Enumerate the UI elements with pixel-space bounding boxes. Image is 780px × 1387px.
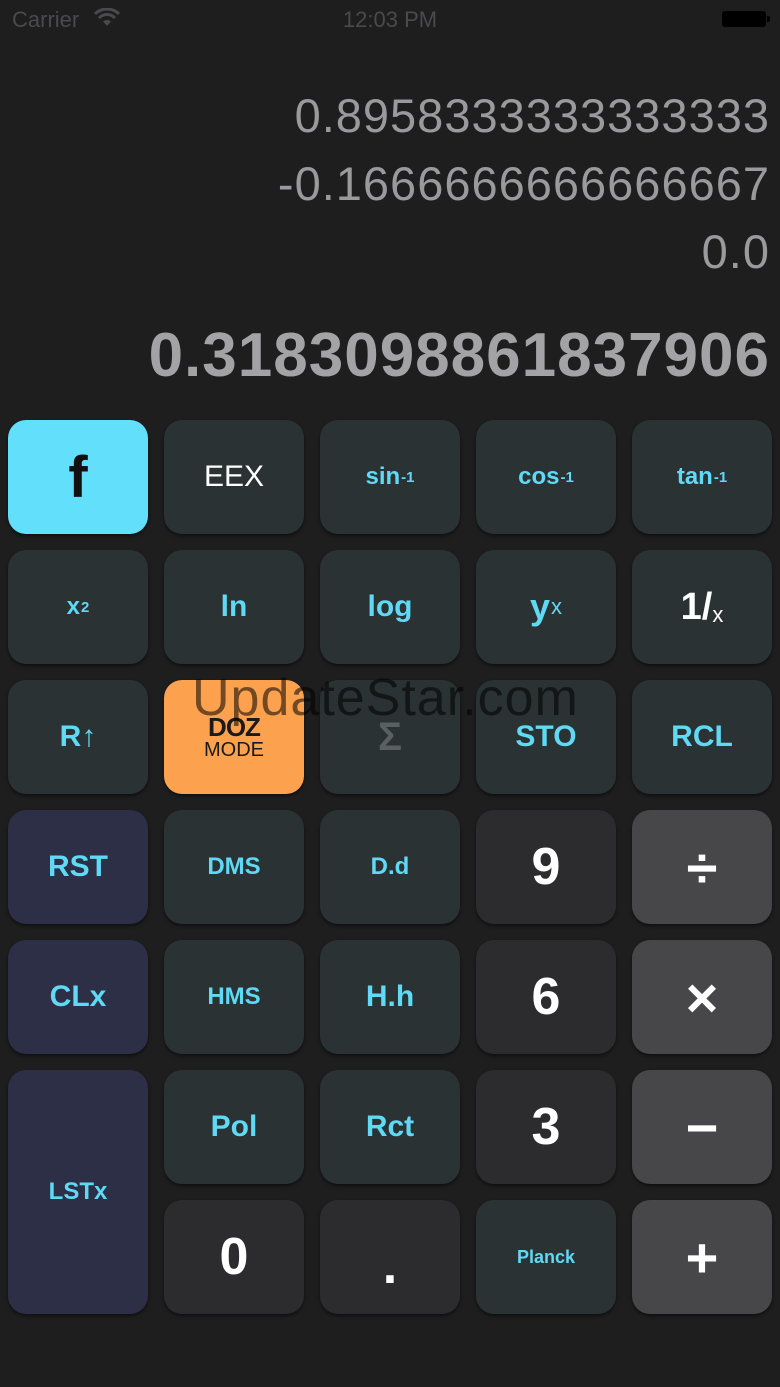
polar-button[interactable]: Pol [164, 1070, 304, 1184]
rectangular-label: Rct [365, 1110, 415, 1143]
rcl-label: RCL [671, 720, 733, 753]
reciprocal-num: 1/ [680, 585, 713, 628]
decimal-degrees-label: D.d [370, 853, 410, 880]
log-label: log [367, 590, 413, 623]
plus-button[interactable]: + [632, 1200, 772, 1314]
digit-3-label: 3 [531, 1098, 561, 1156]
power-sup: x [551, 594, 563, 619]
ln-label: ln [220, 590, 248, 623]
digit-6-button[interactable]: 6 [476, 940, 616, 1054]
status-bar: Carrier 12:03 PM [0, 0, 780, 40]
log-button[interactable]: log [320, 550, 460, 664]
rcl-button[interactable]: RCL [632, 680, 772, 794]
arctan-button[interactable]: tan -1 [632, 420, 772, 534]
sto-label: STO [515, 720, 577, 753]
f-shift-label: f [68, 444, 88, 510]
digit-9-button[interactable]: 9 [476, 810, 616, 924]
stack-register-t: 0.8958333333333333 [294, 89, 770, 142]
sto-button[interactable]: STO [476, 680, 616, 794]
sigma-button[interactable]: Σ [320, 680, 460, 794]
last-x-label: LSTx [48, 1178, 108, 1205]
square-button[interactable]: x2 [8, 550, 148, 664]
x-register-display: 0.3183098861837906 [148, 321, 770, 390]
minus-label: − [685, 1095, 719, 1159]
status-time: 12:03 PM [342, 7, 438, 32]
doz-mode-button[interactable]: DOZ MODE [164, 680, 304, 794]
reciprocal-button[interactable]: 1/x [632, 550, 772, 664]
multiply-label: × [685, 965, 719, 1029]
arccos-sup: -1 [560, 468, 574, 486]
mode-label: MODE [204, 739, 264, 761]
arctan-sup: -1 [713, 468, 728, 486]
battery-icon [722, 11, 770, 27]
roll-up-button[interactable]: R↑ [8, 680, 148, 794]
digit-0-label: 0 [219, 1228, 249, 1286]
decimal-point-label: . [382, 1237, 398, 1295]
digit-9-label: 9 [531, 838, 561, 896]
stack-register-y: 0.0 [701, 225, 770, 278]
power-button[interactable]: yx [476, 550, 616, 664]
rectangular-button[interactable]: Rct [320, 1070, 460, 1184]
power-base: y [529, 586, 551, 627]
rst-label: RST [48, 850, 108, 883]
square-sup: 2 [81, 598, 90, 616]
rst-button[interactable]: RST [8, 810, 148, 924]
divide-label: ÷ [686, 835, 718, 899]
arcsin-label: sin [365, 463, 401, 490]
f-shift-button[interactable]: f [8, 420, 148, 534]
digit-3-button[interactable]: 3 [476, 1070, 616, 1184]
plus-label: + [685, 1225, 719, 1289]
stack-register-z: -0.1666666666666667 [277, 157, 770, 210]
planck-label: Planck [516, 1246, 576, 1267]
decimal-degrees-button[interactable]: D.d [320, 810, 460, 924]
eex-button[interactable]: EEX [164, 420, 304, 534]
ln-button[interactable]: ln [164, 550, 304, 664]
arccos-button[interactable]: cos -1 [476, 420, 616, 534]
decimal-hours-label: H.h [365, 980, 415, 1013]
polar-label: Pol [210, 1110, 258, 1143]
multiply-button[interactable]: × [632, 940, 772, 1054]
digit-0-button[interactable]: 0 [164, 1200, 304, 1314]
clear-x-label: CLx [49, 980, 107, 1013]
sigma-label: Σ [377, 714, 402, 759]
hms-label: HMS [207, 983, 261, 1010]
arcsin-sup: -1 [401, 468, 415, 486]
planck-button[interactable]: Planck [476, 1200, 616, 1314]
roll-up-label: R↑ [59, 720, 97, 753]
reciprocal-den: x [712, 602, 724, 627]
arcsin-button[interactable]: sin -1 [320, 420, 460, 534]
arccos-label: cos [518, 463, 560, 490]
digit-6-label: 6 [531, 968, 561, 1026]
eex-label: EEX [203, 460, 265, 493]
last-x-button[interactable]: LSTx [8, 1070, 148, 1314]
arctan-label: tan [676, 463, 713, 490]
square-base: x [66, 593, 80, 620]
decimal-point-button[interactable]: . [320, 1200, 460, 1314]
dms-label: DMS [207, 853, 261, 880]
minus-button[interactable]: − [632, 1070, 772, 1184]
decimal-hours-button[interactable]: H.h [320, 940, 460, 1054]
dms-button[interactable]: DMS [164, 810, 304, 924]
clear-x-button[interactable]: CLx [8, 940, 148, 1054]
divide-button[interactable]: ÷ [632, 810, 772, 924]
hms-button[interactable]: HMS [164, 940, 304, 1054]
doz-label: DOZ [208, 712, 261, 742]
